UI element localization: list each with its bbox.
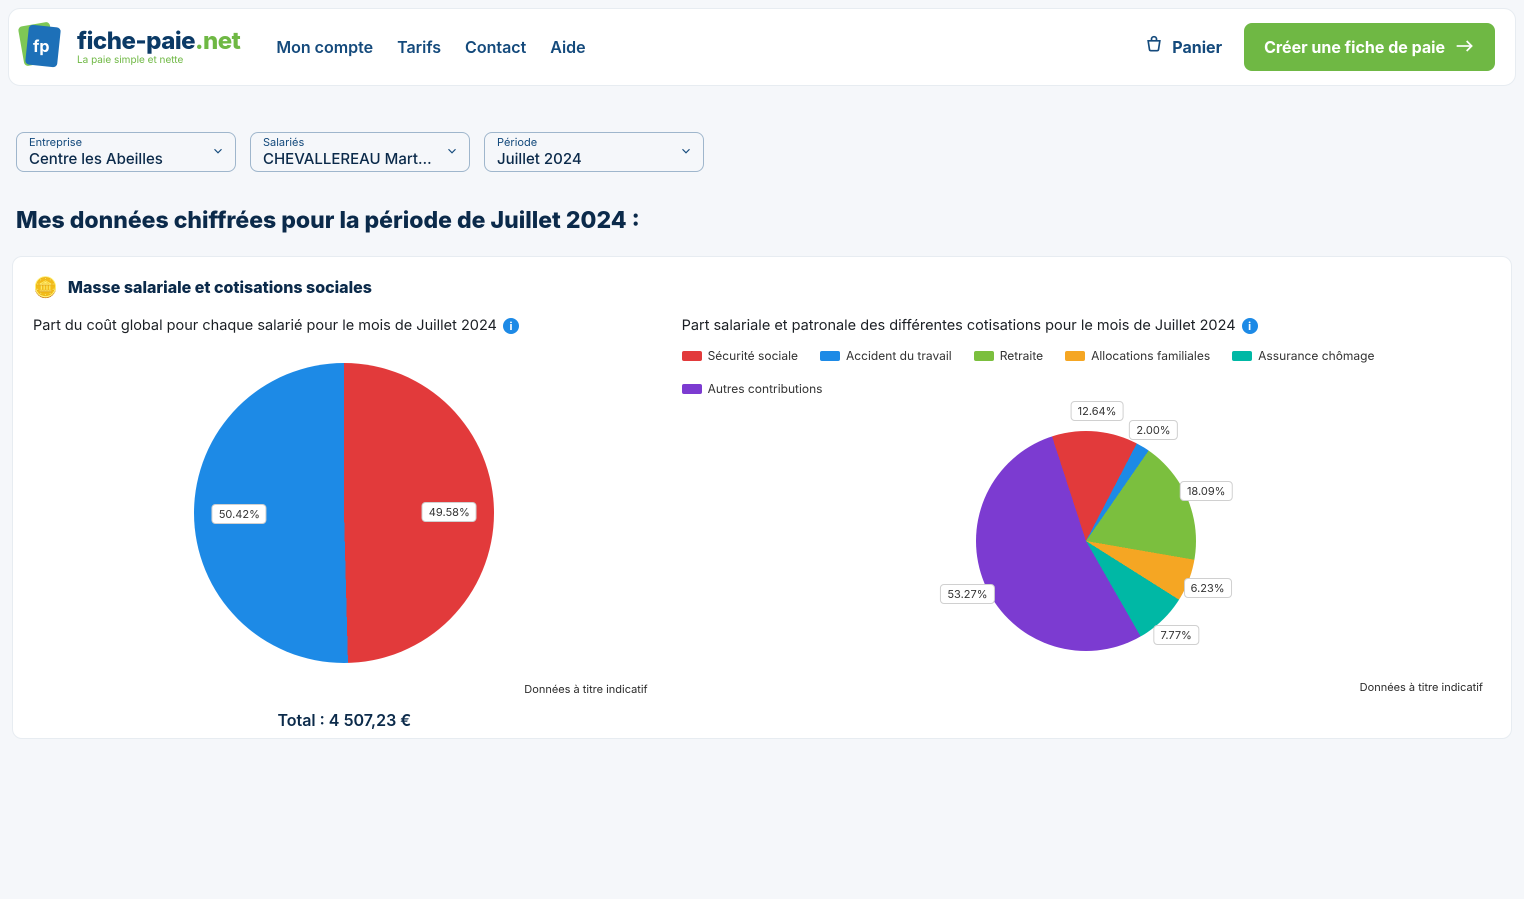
legend-label: Retraite [1000,348,1043,363]
legend-swatch [1065,351,1085,361]
cart-button[interactable]: Panier [1144,35,1222,59]
chevron-down-icon [211,142,225,162]
legend-label: Allocations familiales [1091,348,1210,363]
pie-slice-label: 6.23% [1184,578,1232,598]
create-payslip-button[interactable]: Créer une fiche de paie [1244,23,1495,71]
legend-item[interactable]: Allocations familiales [1065,348,1210,363]
cart-icon [1144,35,1164,59]
pie-slice-label: 53.27% [940,584,994,604]
select-label: Salariés [263,137,435,148]
pie1-wrap: 49.58% 50.42% [33,348,656,678]
legend-item[interactable]: Assurance chômage [1232,348,1374,363]
select-entreprise[interactable]: Entreprise Centre les Abeilles [16,132,236,172]
chart-cotisations: Part salariale et patronale des différen… [682,317,1491,730]
logo-text: fiche-paie.net La paie simple et nette [77,29,240,65]
total-line: Total : 4 507,23 € [33,710,656,730]
select-value: Juillet 2024 [497,150,669,168]
chart1-title: Part du coût global pour chaque salarié … [33,317,497,334]
legend-label: Assurance chômage [1258,348,1374,363]
nav-contact[interactable]: Contact [465,37,526,57]
legend-swatch [820,351,840,361]
panel-masse-salariale: 🪙 Masse salariale et cotisations sociale… [12,256,1512,739]
logo-mark-icon: fp [21,24,67,70]
legend-item[interactable]: Sécurité sociale [682,348,798,363]
pie-chart-cotisations [976,431,1196,651]
info-icon[interactable]: i [1242,318,1258,334]
filters-row: Entreprise Centre les Abeilles Salariés … [16,132,1508,172]
legend-swatch [682,351,702,361]
logo[interactable]: fp fiche-paie.net La paie simple et nett… [21,24,240,70]
panel-title: Masse salariale et cotisations sociales [68,277,372,297]
pie-slice-label: 18.09% [1180,481,1232,501]
legend-label: Accident du travail [846,348,952,363]
select-salaries[interactable]: Salariés CHEVALLEREAU Marti... [250,132,470,172]
nav-account[interactable]: Mon compte [276,37,373,57]
panel-header: 🪙 Masse salariale et cotisations sociale… [33,275,1491,299]
left-nav: fp fiche-paie.net La paie simple et nett… [21,24,586,70]
pie2-wrap: 12.64%2.00%18.09%6.23%7.77%53.27% [682,406,1491,676]
select-label: Entreprise [29,137,201,148]
chart2-title: Part salariale et patronale des différen… [682,317,1236,334]
select-value: CHEVALLEREAU Marti... [263,150,435,168]
chart-cost-per-employee: Part du coût global pour chaque salarié … [33,317,656,730]
nav-links: Mon compte Tarifs Contact Aide [276,37,585,57]
legend-swatch [682,384,702,394]
pie-slice-label: 49.58% [422,502,477,522]
pie-slice-label: 50.42% [212,504,267,524]
select-label: Période [497,137,669,148]
arrow-right-icon [1455,37,1475,57]
top-bar: fp fiche-paie.net La paie simple et nett… [8,8,1516,86]
select-periode[interactable]: Période Juillet 2024 [484,132,704,172]
chevron-down-icon [679,142,693,162]
nav-pricing[interactable]: Tarifs [397,37,441,57]
nav-help[interactable]: Aide [550,37,585,57]
legend-item[interactable]: Accident du travail [820,348,952,363]
select-value: Centre les Abeilles [29,150,201,168]
info-icon[interactable]: i [503,318,519,334]
cta-label: Créer une fiche de paie [1264,37,1445,57]
legend-label: Autres contributions [708,381,823,396]
pie-slice-label: 2.00% [1129,420,1177,440]
page-title: Mes données chiffrées pour la période de… [16,206,1508,234]
legend-swatch [974,351,994,361]
legend-item[interactable]: Autres contributions [682,381,823,396]
pie-slice-label: 7.77% [1154,625,1199,645]
coin-hand-icon: 🪙 [33,275,58,299]
indicative-note: Données à titre indicatif [682,680,1483,694]
right-nav: Panier Créer une fiche de paie [1144,23,1495,71]
legend-item[interactable]: Retraite [974,348,1043,363]
legend-label: Sécurité sociale [708,348,798,363]
cart-label: Panier [1172,37,1222,57]
chart2-legend: Sécurité sociale Accident du travail Retra… [682,348,1491,396]
chevron-down-icon [445,142,459,162]
pie-slice-label: 12.64% [1071,401,1124,421]
legend-swatch [1232,351,1252,361]
indicative-note: Données à titre indicatif [33,682,648,696]
